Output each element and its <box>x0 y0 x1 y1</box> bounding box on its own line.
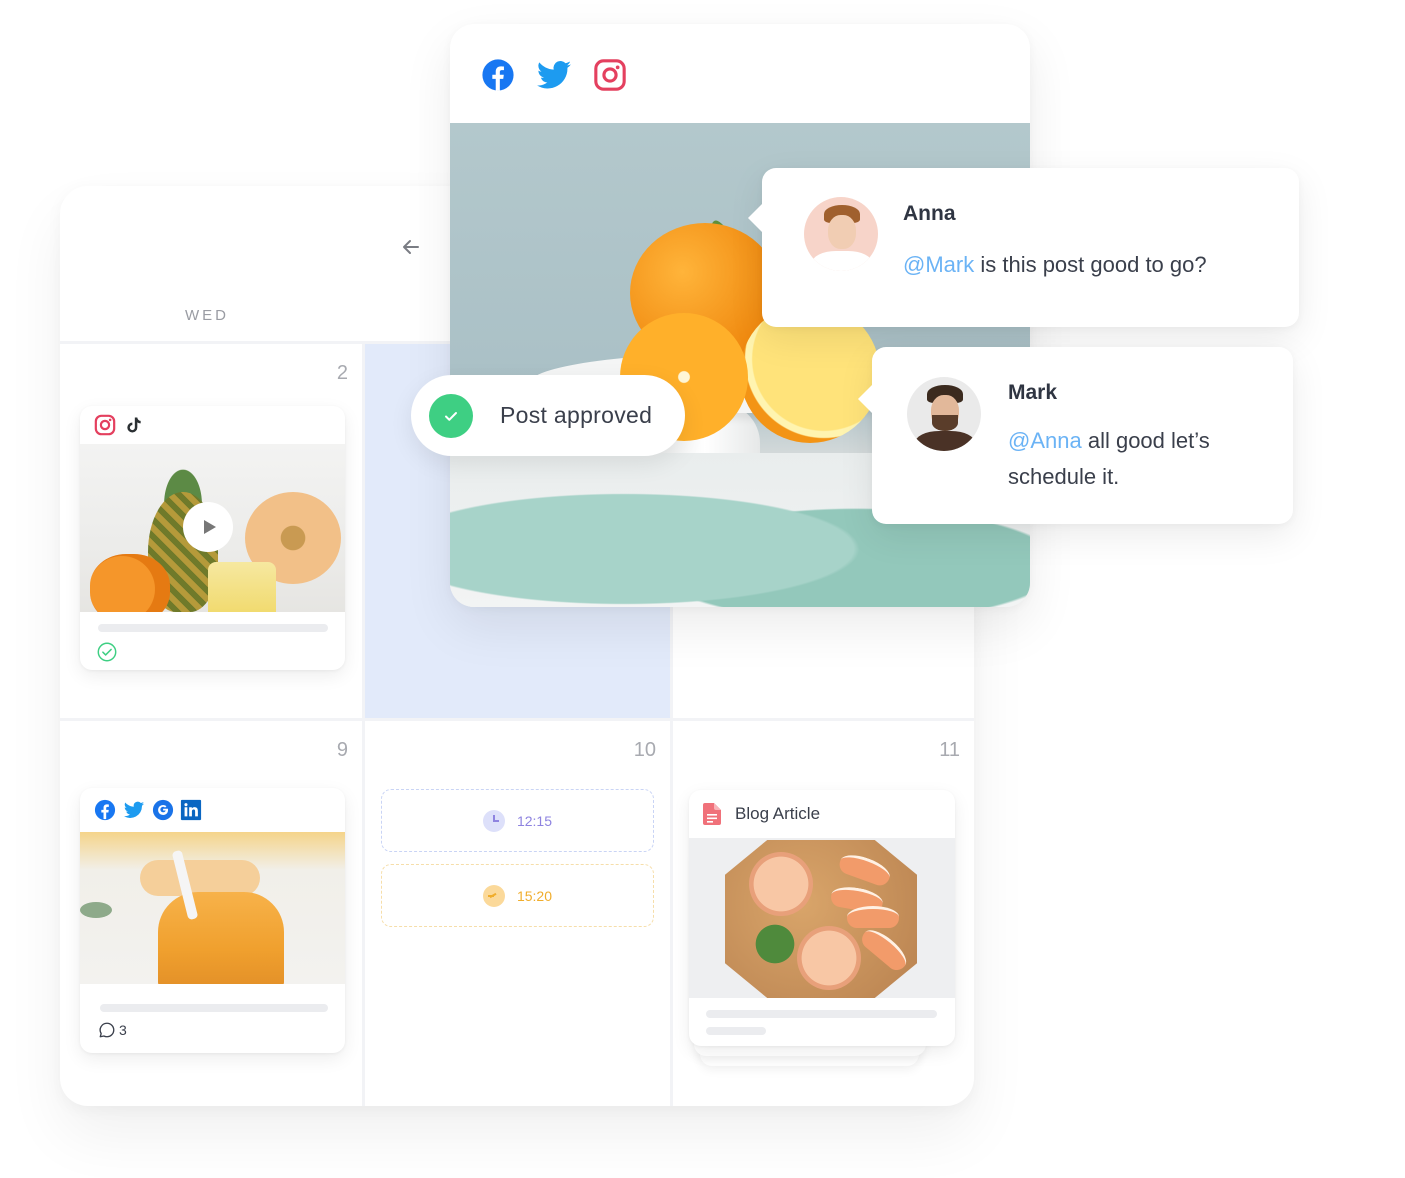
document-icon <box>703 803 721 825</box>
comment-count[interactable]: 3 <box>98 1021 127 1039</box>
comment-bubble-icon <box>99 1022 115 1038</box>
facebook-icon <box>94 799 116 821</box>
twitter-icon <box>123 801 145 818</box>
clock-icon <box>482 884 505 907</box>
mention-link[interactable]: @Anna <box>1008 428 1082 453</box>
post-approved-badge: Post approved <box>411 375 685 456</box>
smoothie-thumbnail[interactable] <box>80 832 345 984</box>
comment-card: Anna @Mark is this post good to go? <box>748 168 1299 327</box>
caption-placeholder <box>706 1027 766 1035</box>
date-number: 10 <box>633 739 656 761</box>
play-icon[interactable] <box>183 502 233 552</box>
avatar[interactable] <box>907 377 981 451</box>
tiktok-icon <box>127 417 141 433</box>
calendar-day-cell[interactable]: 2 <box>60 344 365 721</box>
blog-card-header: Blog Article <box>689 790 955 838</box>
comment-author: Anna <box>903 202 956 225</box>
network-icons <box>481 58 627 92</box>
instagram-icon <box>94 414 116 436</box>
caption-placeholder <box>706 1010 937 1018</box>
post-approved-label: Post approved <box>500 402 653 428</box>
facebook-icon[interactable] <box>481 58 515 92</box>
caption-placeholder <box>100 1004 328 1012</box>
comment-text: @Mark is this post good to go? <box>903 247 1207 283</box>
time-slot-label: 12:15 <box>516 812 553 829</box>
caption-placeholder <box>98 624 328 632</box>
approved-check-icon <box>97 642 117 662</box>
check-icon <box>429 393 473 438</box>
linkedin-icon <box>180 799 202 821</box>
comment-body: is this post good to go? <box>974 252 1207 277</box>
network-icons <box>80 406 345 444</box>
blog-article-card[interactable]: Blog Article <box>689 790 955 1046</box>
clock-icon <box>482 809 505 832</box>
arrow-left-icon[interactable] <box>400 236 422 258</box>
instagram-icon[interactable] <box>593 58 627 92</box>
date-number: 11 <box>939 739 960 761</box>
comment-count-value: 3 <box>119 1022 127 1038</box>
grapefruit-thumbnail[interactable] <box>689 838 955 998</box>
twitter-icon[interactable] <box>535 58 573 92</box>
time-slot-label: 15:20 <box>516 887 553 904</box>
pineapple-video-thumbnail[interactable] <box>80 444 345 612</box>
weekday-label: WED <box>185 307 229 324</box>
network-icons <box>80 788 345 832</box>
comment-text: @Anna all good let’s schedule it. <box>1008 423 1268 495</box>
smoothie-post-card[interactable]: 3 <box>80 788 345 1053</box>
blog-article-title: Blog Article <box>735 804 821 823</box>
calendar-day-cell[interactable]: 10 12:15 15:20 <box>365 721 673 1106</box>
google-icon <box>152 799 174 821</box>
comment-card: Mark @Anna all good let’s schedule it. <box>858 347 1293 524</box>
time-slot[interactable]: 12:15 <box>381 789 654 852</box>
time-slot[interactable]: 15:20 <box>381 864 654 927</box>
calendar-day-cell[interactable]: 11 Blog Article <box>673 721 974 1106</box>
video-post-card[interactable] <box>80 406 345 670</box>
date-number: 2 <box>336 362 348 384</box>
avatar[interactable] <box>804 197 878 271</box>
date-number: 9 <box>336 739 348 761</box>
comment-author: Mark <box>1008 381 1058 404</box>
mention-link[interactable]: @Mark <box>903 252 974 277</box>
calendar-day-cell[interactable]: 9 3 <box>60 721 365 1106</box>
